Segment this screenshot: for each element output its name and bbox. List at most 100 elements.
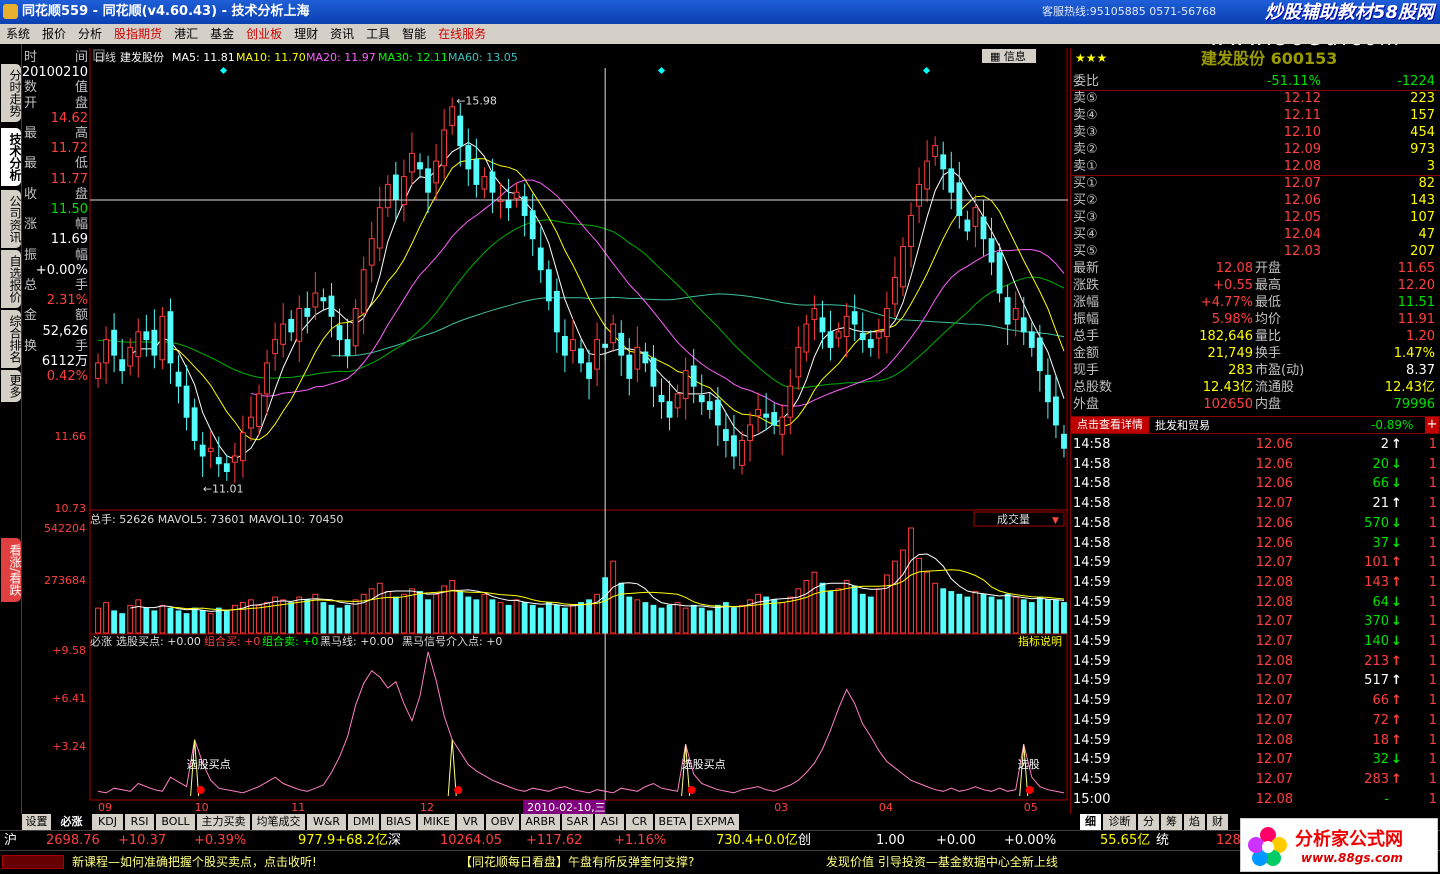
tick-time: 14:59 [1073,555,1111,571]
order-volume: 3 [1426,159,1435,174]
menu-item-3[interactable]: 股指期货 [108,24,168,44]
buy-dot [454,786,463,794]
indicator-tab-15[interactable]: ASI [595,814,625,830]
menu-item-4[interactable]: 港汇 [168,24,204,44]
volume-bar [103,602,109,634]
menu-item-9[interactable]: 工具 [360,24,396,44]
menu-item-2[interactable]: 分析 [72,24,108,44]
news-item-3[interactable]: 发现价值 引导投资—基金数据中心全新上线 [826,853,1058,871]
tick-count: 1 [1428,437,1437,452]
candle-body [948,168,955,193]
menu-item-1[interactable]: 报价 [36,24,72,44]
menu-item-10[interactable]: 智能 [396,24,432,44]
candle-body [698,394,705,403]
panel-tab-0[interactable]: 细 [1080,814,1102,830]
candle-body [980,216,987,240]
news-item-1[interactable]: 新课程—如何准确把握个股买卖点，点击收听! [72,853,317,871]
menu-item-0[interactable]: 系统 [0,24,36,44]
indicator-tab-0[interactable]: 设置 [22,814,52,830]
panel-tab-2[interactable]: 分 [1138,814,1160,830]
x-axis-tick: 03 [774,801,788,814]
order-volume: 82 [1418,176,1435,191]
volume-bar [272,596,279,634]
menu-item-8[interactable]: 资讯 [324,24,360,44]
indicator-tab-4[interactable]: BOLL [156,814,196,830]
order-volume: 47 [1418,227,1435,242]
window-title: 同花顺559 - 同花顺(v4.60.43) - 技术分析上海 [22,4,310,19]
indicator-tab-6[interactable]: 均笔成交 [252,814,306,830]
volume-header: 总手: 52626 MAVOL5: 73601 MAVOL10: 70450 [90,512,343,526]
indicator-tab-10[interactable]: MIKE [418,814,456,830]
indicator-tab-9[interactable]: BIAS [381,814,417,830]
indicator-tab-3[interactable]: RSI [125,814,155,830]
logo-text: 分析家公式网 [1295,829,1403,850]
news-item-2[interactable]: 【同花顺每日看盘】午盘有所反弹奎何支撑? [460,853,694,871]
detail-button[interactable]: 点击查看详情 [1071,417,1149,433]
candle-body [561,336,568,356]
stat-value2: 8.37 [1406,363,1435,378]
stat-label: 振幅 [1073,312,1100,327]
volume-bar [207,613,214,634]
tick-price: 12.06 [1255,456,1293,472]
indicator-tab-7[interactable]: W&R [307,814,347,830]
indicator-tab-14[interactable]: SAR [562,814,594,830]
tick-price: 12.08 [1255,594,1293,610]
sh-label: 沪 [4,833,18,848]
stat-value2: 1.20 [1406,329,1435,344]
ma20-label: MA20: 11.97 [306,51,376,64]
info-value: 2.31% [46,293,88,309]
volume-bar [328,604,335,634]
indicator-tab-12[interactable]: OBV [486,814,520,830]
volume-bar [111,610,118,634]
left-tab-2[interactable]: 公司资讯 [1,190,22,248]
panel-tab-1[interactable]: 诊断 [1103,814,1137,830]
indicator-tab-17[interactable]: BETA [655,814,691,830]
volume-bar [553,604,560,634]
kline-chart[interactable]: 日线 建发股份 MA5: 11.81 MA10: 11.70 MA20: 11.97 MA… [22,48,1068,814]
sh-index: 2698.76 [46,833,100,848]
tick-row: 14:59 12.07 370 ↓ 1 [1071,613,1440,630]
panel-tab-5[interactable]: 财 [1207,814,1229,830]
info-value: 11.69 [50,232,88,248]
left-tab-1[interactable]: 技术分析 [1,128,22,186]
indicator-tab-8[interactable]: DMI [348,814,380,830]
menu-item-5[interactable]: 基金 [204,24,240,44]
panel-tab-3[interactable]: 筹 [1161,814,1183,830]
arrow-up-icon: ↑ [1391,555,1402,571]
left-tab-5[interactable]: 更多 [1,370,22,402]
stat-label2: 量比 [1255,329,1282,344]
menu-item-7[interactable]: 理财 [288,24,324,44]
left-tab-0[interactable]: 分时走势 [1,64,22,122]
expand-button[interactable]: + [1425,417,1439,433]
tick-count: 1 [1428,634,1437,649]
menu-item-11[interactable]: 在线服务 [432,24,492,44]
indicator-tab-18[interactable]: EXPMA [692,814,740,830]
volume-bar [320,602,327,634]
indicator-tab-11[interactable]: VR [457,814,485,830]
tick-price: 12.07 [1255,752,1293,768]
info-key: 最 [24,126,38,141]
indicator-tab-13[interactable]: ARBR [521,814,561,830]
stats-row: 最新 12.08 开盘 11.65 [1071,260,1440,277]
volume-axis-tick: 273684 [44,574,86,587]
menu-item-6[interactable]: 创业板 [240,24,288,44]
menu-bar: 系统 报价 分析 股指期货 港汇 基金 创业板 理财 资讯 工具 智能 在线服务 [0,24,1440,44]
tick-volume: 370 [1364,614,1389,630]
info-value: 手 [74,278,88,293]
panel-tab-4[interactable]: 焰 [1184,814,1206,830]
left-tab-forecast[interactable]: 看涨/看跌 [1,538,22,602]
volume-bar [513,599,520,634]
left-tab-4[interactable]: 综合排名 [1,310,22,368]
indicator-tab-16[interactable]: CR [626,814,654,830]
indicator-tab-2[interactable]: KDJ [92,814,124,830]
volume-bar [1044,599,1051,634]
stat-value2: 12.20 [1397,278,1435,293]
indicator-tab-1[interactable]: 必涨 [53,814,91,830]
left-tab-3[interactable]: 自选报价 [1,250,22,308]
indicator-tab-5[interactable]: 主力买卖 [197,814,251,830]
volume-bar [956,593,963,634]
tick-count: 1 [1428,673,1437,689]
info-row: 总手 [22,278,90,293]
volume-bar [755,593,762,634]
x-axis-tick: 12 [420,801,434,814]
